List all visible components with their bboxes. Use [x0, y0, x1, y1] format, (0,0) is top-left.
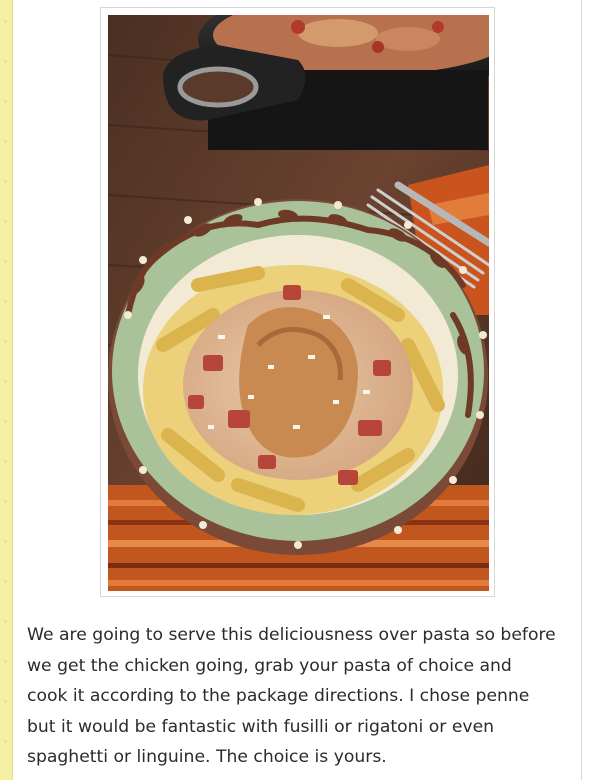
stripe-dot — [4, 500, 7, 503]
stripe-dot — [4, 140, 7, 143]
food-photo[interactable] — [108, 15, 489, 591]
stripe-dot — [4, 460, 7, 463]
stripe-dot — [4, 420, 7, 423]
content-right-border — [581, 0, 582, 780]
stripe-dot — [4, 260, 7, 263]
stripe-dot — [4, 580, 7, 583]
stripe-dot — [4, 660, 7, 663]
stripe-dot — [4, 340, 7, 343]
stripe-dot — [4, 300, 7, 303]
stripe-dot — [4, 700, 7, 703]
stripe-dot — [4, 60, 7, 63]
stripe-dot — [4, 540, 7, 543]
stripe-dot — [4, 620, 7, 623]
stripe-dot — [4, 380, 7, 383]
stripe-dot — [4, 100, 7, 103]
food-photo-illustration — [108, 15, 489, 591]
stripe-dot — [4, 180, 7, 183]
post-paragraph: We are going to serve this deliciousness… — [27, 625, 556, 767]
food-photo-frame — [100, 7, 495, 597]
stripe-dot — [4, 740, 7, 743]
stripe-dot — [4, 220, 7, 223]
stripe-dot — [4, 20, 7, 23]
left-decorative-stripe — [0, 0, 13, 780]
